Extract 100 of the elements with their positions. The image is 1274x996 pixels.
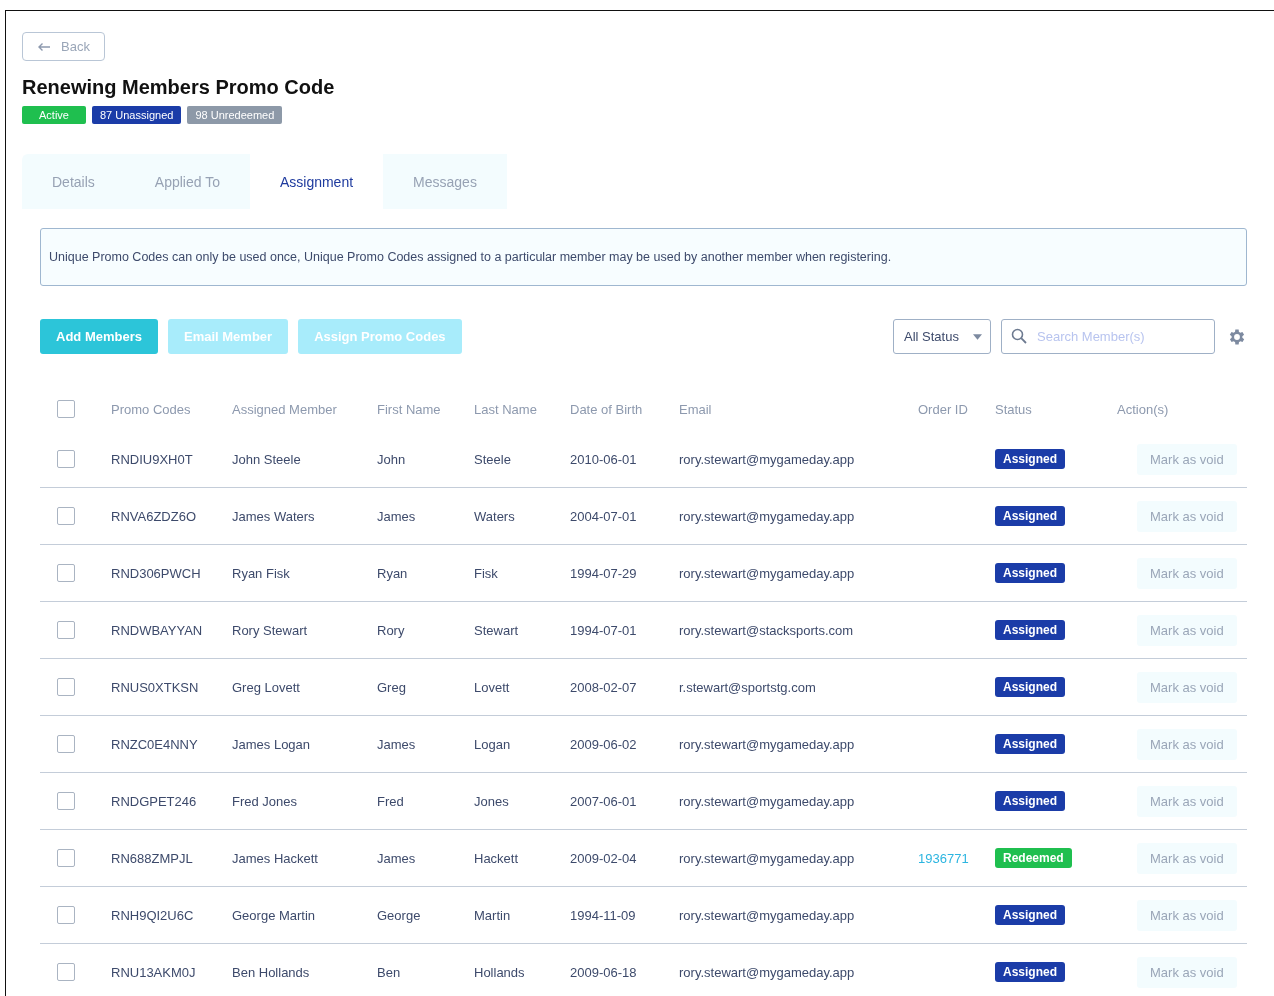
email: r.stewart@sportstg.com — [679, 679, 816, 695]
email: rory.stewart@mygameday.app — [679, 793, 855, 809]
email: rory.stewart@mygameday.app — [679, 508, 855, 524]
last-name: Martin — [474, 907, 511, 923]
email: rory.stewart@mygameday.app — [679, 736, 855, 752]
member-name: James Logan — [232, 736, 311, 752]
first-name: John — [377, 451, 406, 467]
mark-void-button[interactable]: Mark as void — [1137, 557, 1237, 589]
first-name: James — [377, 736, 416, 752]
status-badge: Assigned — [995, 734, 1065, 754]
tab[interactable]: Details — [22, 154, 125, 209]
mark-void-button[interactable]: Mark as void — [1137, 671, 1237, 703]
last-name: Stewart — [474, 622, 519, 638]
email: rory.stewart@stacksports.com — [679, 622, 854, 638]
promo-code: RND306PWCH — [111, 565, 201, 581]
email: rory.stewart@mygameday.app — [679, 964, 855, 980]
tab[interactable]: Messages — [383, 154, 507, 209]
mark-void-button[interactable]: Mark as void — [1137, 500, 1237, 532]
status-badge: 98 Unredeemed — [187, 106, 283, 124]
status-badge: Assigned — [995, 962, 1065, 982]
member-name: Rory Stewart — [232, 622, 308, 638]
promo-code: RNVA6ZDZ6O — [111, 508, 196, 524]
promo-code: RN688ZMPJL — [111, 850, 193, 866]
member-name: Greg Lovett — [232, 679, 300, 695]
status-badge: Assigned — [995, 449, 1065, 469]
email: rory.stewart@mygameday.app — [679, 451, 855, 467]
status-badge: Assigned — [995, 791, 1065, 811]
date-of-birth: 1994-07-01 — [570, 622, 637, 638]
row-checkbox[interactable] — [57, 507, 75, 525]
member-name: John Steele — [232, 451, 301, 467]
first-name: James — [377, 850, 416, 866]
last-name: Fisk — [474, 565, 498, 581]
column-header: Promo Codes — [111, 401, 191, 417]
column-header: Last Name — [474, 401, 537, 417]
member-name: Ben Hollands — [232, 964, 310, 980]
mark-void-button[interactable]: Mark as void — [1137, 614, 1237, 646]
mark-void-button[interactable]: Mark as void — [1137, 842, 1237, 874]
promo-code: RNDIU9XH0T — [111, 451, 193, 467]
status-badge: Assigned — [995, 506, 1065, 526]
row-checkbox[interactable] — [57, 678, 75, 696]
date-of-birth: 1994-11-09 — [570, 907, 636, 923]
column-header: Email — [679, 401, 712, 417]
search-field[interactable]: Search Member(s) — [1001, 319, 1215, 354]
column-header: Action(s) — [1117, 401, 1169, 417]
email: rory.stewart@mygameday.app — [679, 907, 855, 923]
last-name: Jones — [474, 793, 509, 809]
first-name: Ryan — [377, 565, 408, 581]
member-name: Fred Jones — [232, 793, 298, 809]
last-name: Hollands — [474, 964, 525, 980]
member-name: George Martin — [232, 907, 316, 923]
status-badge: Assigned — [995, 563, 1065, 583]
mark-void-button[interactable]: Mark as void — [1137, 956, 1237, 988]
page-title: Renewing Members Promo Code — [22, 76, 336, 99]
column-header: Date of Birth — [570, 401, 643, 417]
first-name: Rory — [377, 622, 405, 638]
column-header: Order ID — [918, 401, 968, 417]
row-checkbox[interactable] — [57, 849, 75, 867]
date-of-birth: 2004-07-01 — [570, 508, 637, 524]
row-checkbox[interactable] — [57, 564, 75, 582]
tab[interactable]: Applied To — [124, 154, 250, 209]
promo-code: RNU13AKM0J — [111, 964, 196, 980]
status-badge: Assigned — [995, 905, 1065, 925]
promo-code: RNZC0E4NNY — [111, 736, 198, 752]
caret-icon — [972, 333, 982, 340]
mark-void-button[interactable]: Mark as void — [1137, 899, 1237, 931]
row-checkbox[interactable] — [57, 963, 75, 981]
back-button[interactable]: Back — [22, 32, 105, 61]
last-name: Lovett — [474, 679, 510, 695]
date-of-birth: 2010-06-01 — [570, 451, 637, 467]
status-dropdown[interactable]: All Status — [893, 319, 991, 354]
row-checkbox[interactable] — [57, 792, 75, 810]
action-button[interactable]: Add Members — [40, 319, 158, 354]
email: rory.stewart@mygameday.app — [679, 850, 855, 866]
first-name: Greg — [377, 679, 406, 695]
mark-void-button[interactable]: Mark as void — [1137, 728, 1237, 760]
order-id-link[interactable]: 1936771 — [918, 850, 969, 866]
last-name: Hackett — [474, 850, 519, 866]
status-badge: Redeemed — [995, 848, 1072, 868]
date-of-birth: 2009-06-02 — [570, 736, 637, 752]
row-checkbox[interactable] — [57, 735, 75, 753]
arrow-left-icon — [37, 41, 51, 52]
column-header: First Name — [377, 401, 441, 417]
row-checkbox[interactable] — [57, 906, 75, 924]
mark-void-button[interactable]: Mark as void — [1137, 443, 1237, 475]
email: rory.stewart@mygameday.app — [679, 565, 855, 581]
first-name: Ben — [377, 964, 401, 980]
mark-void-button[interactable]: Mark as void — [1137, 785, 1237, 817]
select-all-checkbox[interactable] — [57, 400, 75, 418]
promo-code: RNDGPET246 — [111, 793, 197, 809]
row-checkbox[interactable] — [57, 450, 75, 468]
status-badge: 87 Unassigned — [92, 106, 182, 124]
date-of-birth: 2009-02-04 — [570, 850, 637, 866]
member-name: James Waters — [232, 508, 315, 524]
first-name: George — [377, 907, 421, 923]
promo-code: RNUS0XTKSN — [111, 679, 199, 695]
status-badge: Assigned — [995, 620, 1065, 640]
first-name: James — [377, 508, 416, 524]
row-checkbox[interactable] — [57, 621, 75, 639]
date-of-birth: 2008-02-07 — [570, 679, 637, 695]
date-of-birth: 2009-06-18 — [570, 964, 637, 980]
